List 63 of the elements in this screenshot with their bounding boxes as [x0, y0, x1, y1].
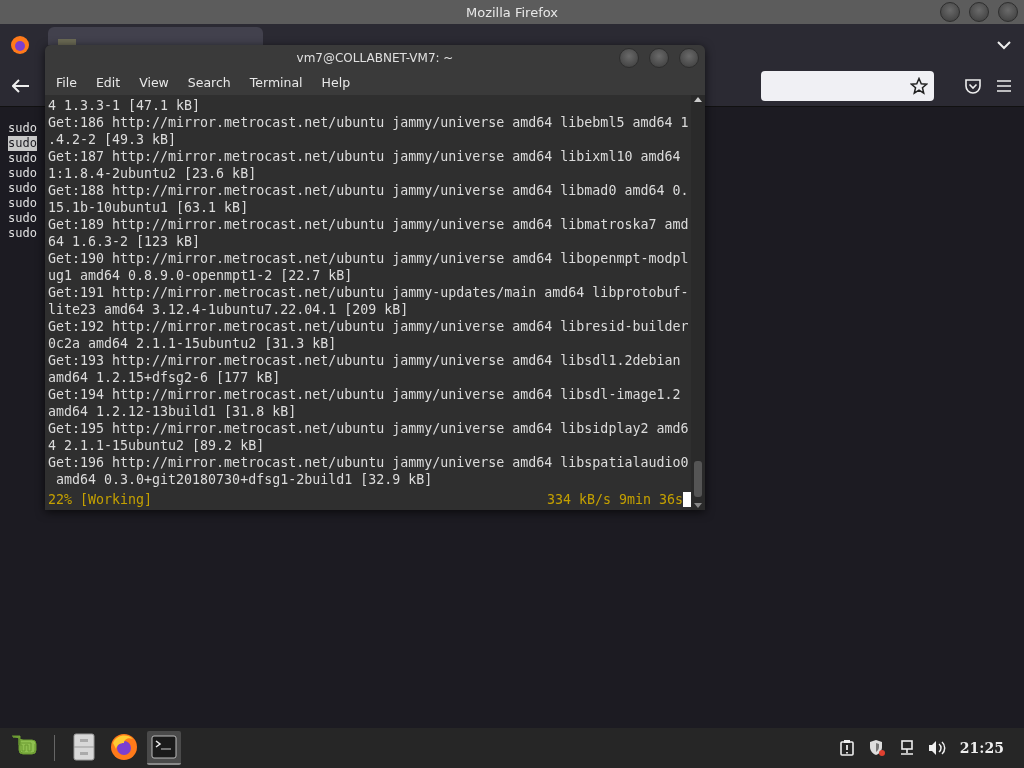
star-icon[interactable] [910, 77, 928, 95]
address-field[interactable] [761, 71, 934, 101]
page-text: sudo [8, 196, 37, 211]
terminal-line: Get:190 http://mirror.metrocast.net/ubuntu jammy/universe amd64 libopenmpt-modpl [48, 250, 689, 267]
terminal-line: amd64 0.3.0+git20180730+dfsg1-2build1 [32.9 kB] [55, 471, 433, 488]
text-cursor [683, 492, 691, 507]
terminal-line: ug1 amd64 0.8.9.0-openmpt1-2 [22.7 kB] [48, 267, 353, 284]
terminal-line: 4 2.1.1-15ubuntu2 [89.2 kB] [48, 437, 265, 454]
terminal-line: .4.2-2 [49.3 kB] [48, 131, 177, 148]
menu-item[interactable]: Terminal [243, 75, 309, 90]
volume-icon[interactable] [927, 740, 946, 756]
menu-item[interactable]: Help [315, 75, 357, 90]
scroll-up-icon[interactable] [694, 97, 702, 102]
file-cabinet-icon [73, 733, 95, 761]
terminal-line: Get:188 http://mirror.metrocast.net/ubuntu jammy/universe amd64 libmad0 amd64 0. [48, 182, 689, 199]
page-text: sudo [8, 121, 37, 136]
terminal-line: Get:187 http://mirror.metrocast.net/ubuntu jammy/universe amd64 libixml10 amd64 [48, 148, 681, 165]
back-arrow-icon[interactable] [12, 79, 30, 93]
menu-item[interactable]: Edit [89, 75, 127, 90]
taskbar-button[interactable] [147, 731, 181, 765]
page-text: sudo [8, 181, 37, 196]
chevron-down-icon[interactable] [996, 40, 1012, 50]
menu-item[interactable]: File [50, 75, 83, 90]
progress-text: 22% [Working] [48, 491, 153, 508]
terminal-line: 15.1b-10ubuntu1 [63.1 kB] [48, 199, 249, 216]
page-text: sudo [8, 151, 37, 166]
scroll-down-icon[interactable] [694, 503, 702, 508]
page-text: sudo [8, 166, 37, 181]
firefox-icon[interactable] [10, 35, 30, 55]
terminal-line: Get:193 http://mirror.metrocast.net/ubuntu jammy/universe amd64 libsdl1.2debian [48, 352, 681, 369]
terminal-icon [151, 735, 177, 759]
terminal-line: Get:192 http://mirror.metrocast.net/ubuntu jammy/universe amd64 libresid-builder [48, 318, 689, 335]
clock[interactable]: 21:25 [959, 740, 1004, 756]
page-text: sudo [8, 136, 37, 151]
terminal-line: amd64 1.2.15+dfsg2-6 [177 kB] [48, 369, 281, 386]
page-text: sudo [8, 226, 37, 241]
favicon-icon [58, 39, 76, 45]
terminal-line: Get:189 http://mirror.metrocast.net/ubuntu jammy/universe amd64 libmatroska7 amd [48, 216, 689, 233]
window-title: Mozilla Firefox [466, 4, 558, 20]
terminal-line: Get:191 http://mirror.metrocast.net/ubuntu jammy-updates/main amd64 libprotobuf- [48, 284, 689, 301]
terminal-line: Get:186 http://mirror.metrocast.net/ubuntu jammy/universe amd64 libebml5 amd64 1 [48, 114, 689, 131]
scrollbar-thumb[interactable] [694, 461, 702, 497]
menu-item[interactable]: View [133, 75, 175, 90]
scrollbar[interactable] [691, 95, 705, 510]
terminal-line: amd64 1.2.12-13build1 [31.8 kB] [48, 403, 297, 420]
clipboard-alert-icon[interactable] [839, 740, 854, 756]
network-icon[interactable] [899, 740, 914, 756]
firefox-icon [110, 733, 138, 761]
shield-icon[interactable] [867, 739, 886, 757]
terminal-line: lite23 amd64 3.12.4-1ubuntu7.22.04.1 [209 kB] [48, 301, 409, 318]
speed-text: 334 kB/s 9min 36s [546, 491, 683, 508]
terminal-line: Get:196 http://mirror.metrocast.net/ubuntu jammy/universe amd64 libspatialaudio0 [48, 454, 689, 471]
terminal-line: 1:1.8.4-2ubuntu2 [23.6 kB] [48, 165, 257, 182]
terminal-line: 0c2a amd64 2.1.1-15ubuntu2 [31.3 kB] [48, 335, 337, 352]
menu-item[interactable]: Search [181, 75, 237, 90]
terminal-line: Get:195 http://mirror.metrocast.net/ubuntu jammy/universe amd64 libsidplay2 amd6 [48, 420, 689, 437]
page-text: sudo [8, 211, 37, 226]
menu-icon[interactable] [996, 79, 1012, 93]
window-title: vm7@COLLABNET-VM7: ~ [296, 50, 454, 65]
pocket-icon[interactable] [964, 77, 982, 95]
terminal-line: 4 1.3.3-1 [47.1 kB] [48, 97, 201, 114]
terminal-line: Get:194 http://mirror.metrocast.net/ubuntu jammy/universe amd64 libsdl-image1.2 [48, 386, 681, 403]
terminal-line: 64 1.6.3-2 [123 kB] [48, 233, 201, 250]
